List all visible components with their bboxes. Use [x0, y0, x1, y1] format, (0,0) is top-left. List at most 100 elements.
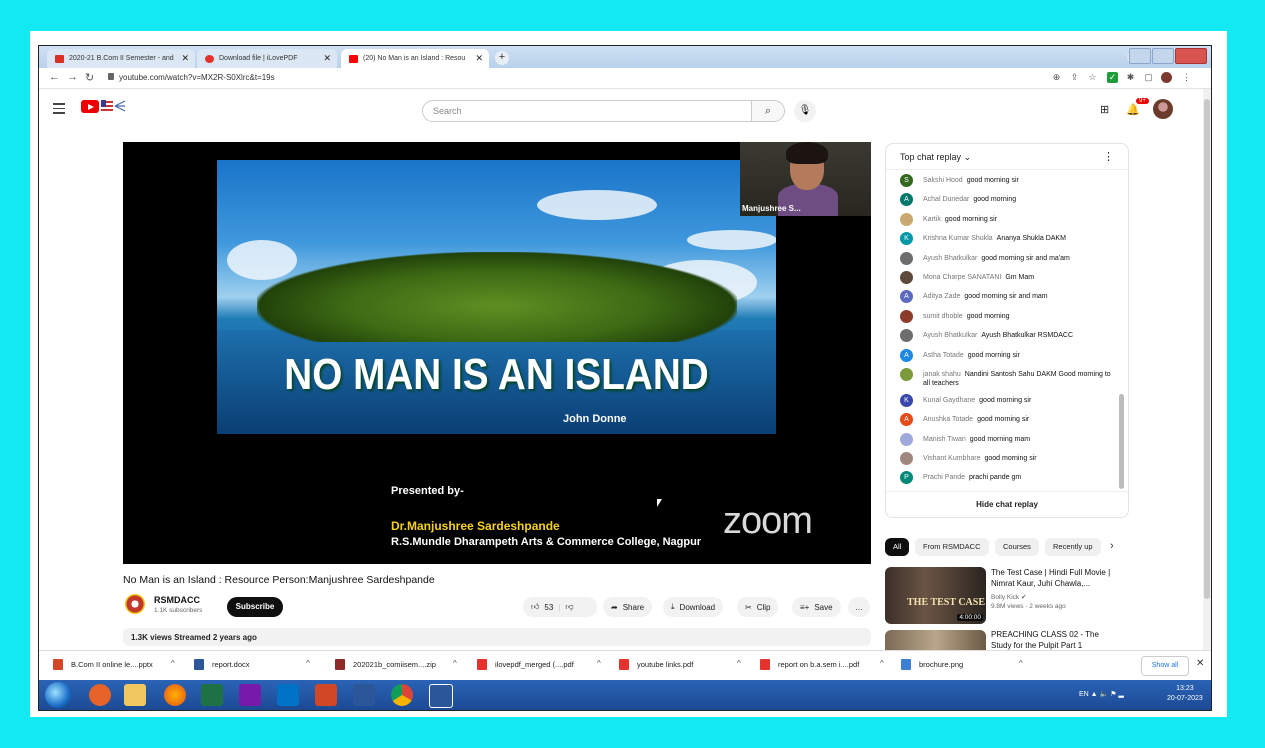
recommendation-title[interactable]: The Test Case | Hindi Full Movie | Nimra… [991, 568, 1116, 589]
close-icon[interactable]: ✕ [323, 53, 331, 64]
chevron-up-icon[interactable]: ^ [306, 659, 310, 668]
page-scrollbar[interactable] [1203, 89, 1211, 651]
chat-author-name[interactable]: sumit dhoble [923, 313, 963, 320]
chat-author-avatar[interactable] [900, 251, 913, 265]
chip-courses[interactable]: Courses [995, 538, 1039, 556]
account-avatar[interactable] [1153, 99, 1173, 119]
reload-icon[interactable]: ↻ [85, 71, 94, 84]
chat-author-name[interactable]: Manish Tiwari [923, 436, 966, 443]
media-player-icon[interactable] [89, 684, 111, 706]
chat-author-name[interactable]: Prachi Pande [923, 474, 965, 481]
outlook-icon[interactable] [277, 684, 299, 706]
chat-author-name[interactable]: Vishant Kumbhare [923, 455, 980, 462]
show-all-button[interactable]: Show all [1141, 656, 1189, 676]
tab-gmail[interactable]: 2020-21 B.Com II Semester - and ✕ [47, 49, 195, 68]
create-icon[interactable]: ⊞ [1100, 103, 1109, 116]
download-item[interactable]: 202021b_comiisem....zip ^ [335, 659, 457, 670]
bookmark-star-icon[interactable]: ☆ [1087, 72, 1098, 83]
chevron-up-icon[interactable]: ^ [737, 659, 741, 668]
chat-author-avatar[interactable]: K [900, 232, 913, 246]
channel-avatar[interactable] [125, 594, 145, 614]
search-input[interactable]: Search [422, 100, 752, 122]
chat-author-avatar[interactable] [900, 212, 913, 226]
menu-icon[interactable] [53, 103, 65, 117]
new-tab-button[interactable]: + [495, 51, 509, 65]
download-item[interactable]: report on b.a.sem i....pdf ^ [760, 659, 884, 670]
chat-author-name[interactable]: Anushka Totade [923, 416, 973, 423]
recommendation-thumbnail[interactable] [885, 630, 986, 650]
recommendation-thumbnail[interactable]: THE TEST CASE 4:00:00 [885, 567, 986, 624]
chat-author-avatar[interactable] [900, 432, 913, 446]
sidepanel-icon[interactable]: ▢ [1143, 72, 1154, 83]
share-icon[interactable]: ⇪ [1069, 72, 1080, 83]
download-item[interactable]: B.Com II online le....pptx ^ [53, 659, 175, 670]
download-item[interactable]: youtube links.pdf ^ [619, 659, 741, 670]
chevron-up-icon[interactable]: ^ [880, 659, 884, 668]
chevron-up-icon[interactable]: ^ [597, 659, 601, 668]
taskbar-clock[interactable]: 13:23 20-07-2023 [1167, 684, 1203, 704]
channel-name[interactable]: RSMDACC [154, 595, 200, 605]
start-button-icon[interactable] [45, 682, 71, 708]
install-icon[interactable]: ⊕ [1051, 72, 1062, 83]
download-item[interactable]: brochure.png ^ [901, 659, 1023, 670]
chevron-up-icon[interactable]: ^ [1019, 659, 1023, 668]
subscribe-button[interactable]: Subscribe [227, 597, 283, 617]
dislike-icon[interactable]: 👎︎ [565, 602, 573, 612]
chat-author-avatar[interactable]: K [900, 393, 913, 407]
chat-author-avatar[interactable] [900, 367, 913, 381]
chat-author-name[interactable]: janak shahu [923, 371, 961, 378]
chat-author-name[interactable]: Astha Totade [923, 352, 964, 359]
url-field[interactable]: youtube.com/watch?v=MX2R-S0Xlrc&t=19s [119, 73, 275, 82]
download-button[interactable]: ⤓ Download [663, 597, 724, 617]
chip-from-channel[interactable]: From RSMDACC [915, 538, 989, 556]
download-item[interactable]: ilovepdf_merged (....pdf ^ [477, 659, 601, 670]
chat-author-name[interactable]: Mona Charpe SANATANI [923, 274, 1001, 281]
chat-author-name[interactable]: Achal Dunedar [923, 196, 969, 203]
chevron-right-icon[interactable]: › [1110, 540, 1114, 552]
chat-author-avatar[interactable]: A [900, 413, 913, 427]
notifications-bell-icon[interactable]: 🔔 [1126, 103, 1140, 116]
clip-button[interactable]: ✂ Clip [737, 597, 779, 617]
chat-author-avatar[interactable] [900, 309, 913, 323]
maximize-button[interactable] [1152, 48, 1174, 64]
chat-author-name[interactable]: Kartik [923, 216, 941, 223]
profile-avatar[interactable] [1161, 72, 1172, 83]
hide-chat-button[interactable]: Hide chat replay [886, 491, 1128, 517]
chat-author-name[interactable]: Ayush Bhatkulkar [923, 332, 977, 339]
excel-icon[interactable] [201, 684, 223, 706]
share-button[interactable]: ➦ Share [603, 597, 653, 617]
recommendation-title[interactable]: PREACHING CLASS 02 - The Study for the P… [991, 630, 1116, 650]
chat-author-name[interactable]: Sakshi Hood [923, 177, 963, 184]
chat-author-name[interactable]: Ayush Bhatkulkar [923, 255, 977, 262]
tab-youtube[interactable]: (20) No Man is an Island : Resou ✕ [341, 49, 489, 68]
more-actions-button[interactable]: … [848, 597, 870, 617]
chip-recently-uploaded[interactable]: Recently up [1045, 538, 1101, 556]
chip-all[interactable]: All [885, 538, 910, 556]
chat-menu-icon[interactable]: ⋮ [1103, 150, 1114, 163]
chat-author-avatar[interactable] [900, 452, 913, 466]
like-icon[interactable]: 👍︎ [531, 602, 539, 612]
close-icon[interactable]: ✕ [475, 53, 483, 64]
chrome-icon[interactable] [391, 684, 413, 706]
powerpoint-icon[interactable] [315, 684, 337, 706]
close-icon[interactable]: ✕ [181, 53, 189, 64]
extension-check-icon[interactable]: ✓ [1107, 72, 1118, 83]
forward-icon[interactable]: → [67, 71, 78, 83]
chat-author-avatar[interactable]: A [900, 290, 913, 304]
close-window-button[interactable] [1175, 48, 1207, 64]
word-document-icon[interactable] [429, 684, 453, 708]
chat-author-name[interactable]: Aditya Zade [923, 293, 960, 300]
like-count[interactable]: 53 [544, 603, 553, 612]
chat-author-avatar[interactable]: A [900, 193, 913, 207]
chat-author-name[interactable]: Krishna Kumar Shukla [923, 235, 993, 242]
download-item[interactable]: report.docx ^ [194, 659, 310, 670]
chat-author-avatar[interactable] [900, 329, 913, 343]
youtube-logo-icon[interactable] [81, 100, 99, 113]
chat-scrollbar[interactable] [1119, 394, 1124, 489]
close-downloads-icon[interactable]: ✕ [1196, 658, 1204, 669]
chat-author-name[interactable]: Kunal Gaydhane [923, 397, 975, 404]
search-button[interactable]: ⌕ [751, 100, 785, 122]
extensions-puzzle-icon[interactable]: ✱ [1125, 72, 1136, 83]
menu-dots-icon[interactable]: ⋮ [1181, 72, 1192, 83]
mic-icon[interactable]: 🎙 [794, 100, 816, 122]
